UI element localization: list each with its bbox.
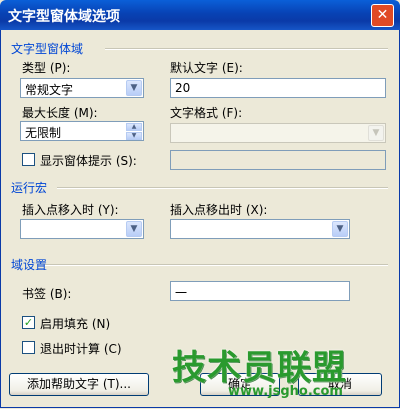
calc-on-exit-label: 退出时计算 (C) bbox=[40, 342, 122, 356]
hint-input[interactable] bbox=[170, 150, 386, 170]
show-hint-checkbox[interactable] bbox=[22, 153, 35, 166]
maxlen-label: 最大长度 (M): bbox=[22, 106, 98, 120]
default-text-label: 默认文字 (E): bbox=[170, 61, 243, 75]
format-dropdown[interactable]: ▼ bbox=[170, 123, 386, 143]
section-field-label: 文字型窗体域 bbox=[11, 42, 84, 56]
maxlen-value: 无限制 bbox=[25, 126, 62, 140]
show-hint-label: 显示窗体提示 (S): bbox=[40, 154, 137, 168]
watermark-logo: 技术员联盟 bbox=[172, 348, 347, 388]
entry-macro-dropdown[interactable]: ▼ bbox=[20, 219, 144, 239]
default-text-input[interactable]: 20 bbox=[170, 78, 386, 98]
maxlen-stepper[interactable]: 无限制 ▲ ▼ bbox=[20, 121, 144, 141]
exit-macro-dropdown[interactable]: ▼ bbox=[170, 219, 350, 239]
exit-macro-label: 插入点移出时 (X): bbox=[170, 203, 268, 217]
add-help-text-button[interactable]: 添加帮助文字 (T)... bbox=[9, 373, 149, 396]
title-bar[interactable]: 文字型窗体域选项 ✕ bbox=[0, 0, 400, 30]
window-title: 文字型窗体域选项 bbox=[8, 9, 120, 25]
bookmark-label: 书签 (B): bbox=[22, 287, 72, 301]
bookmark-input[interactable]: 一 bbox=[170, 281, 350, 301]
format-label: 文字格式 (F): bbox=[170, 106, 243, 120]
close-icon: ✕ bbox=[376, 7, 389, 23]
calc-on-exit-checkbox[interactable] bbox=[22, 341, 35, 354]
spin-up-icon[interactable]: ▲ bbox=[126, 123, 142, 131]
chevron-down-icon[interactable]: ▼ bbox=[368, 125, 384, 141]
entry-macro-label: 插入点移入时 (Y): bbox=[22, 203, 119, 217]
enable-fill-checkbox[interactable]: ✓ bbox=[22, 316, 35, 329]
spin-down-icon[interactable]: ▼ bbox=[126, 132, 142, 140]
section-divider bbox=[45, 264, 388, 266]
watermark-url: www.jsgho.com bbox=[228, 384, 343, 399]
section-macro-label: 运行宏 bbox=[11, 181, 48, 195]
type-label: 类型 (P): bbox=[22, 61, 71, 75]
chevron-down-icon[interactable]: ▼ bbox=[332, 221, 348, 237]
close-button[interactable]: ✕ bbox=[371, 4, 394, 27]
type-dropdown-value: 常规文字 bbox=[25, 83, 74, 97]
enable-fill-label: 启用填充 (N) bbox=[40, 317, 111, 331]
chevron-down-icon[interactable]: ▼ bbox=[126, 221, 142, 237]
section-divider bbox=[57, 187, 388, 189]
section-divider bbox=[105, 48, 388, 50]
type-dropdown[interactable]: 常规文字 ▼ bbox=[20, 78, 144, 98]
chevron-down-icon[interactable]: ▼ bbox=[126, 80, 142, 96]
section-settings-label: 域设置 bbox=[11, 258, 48, 272]
